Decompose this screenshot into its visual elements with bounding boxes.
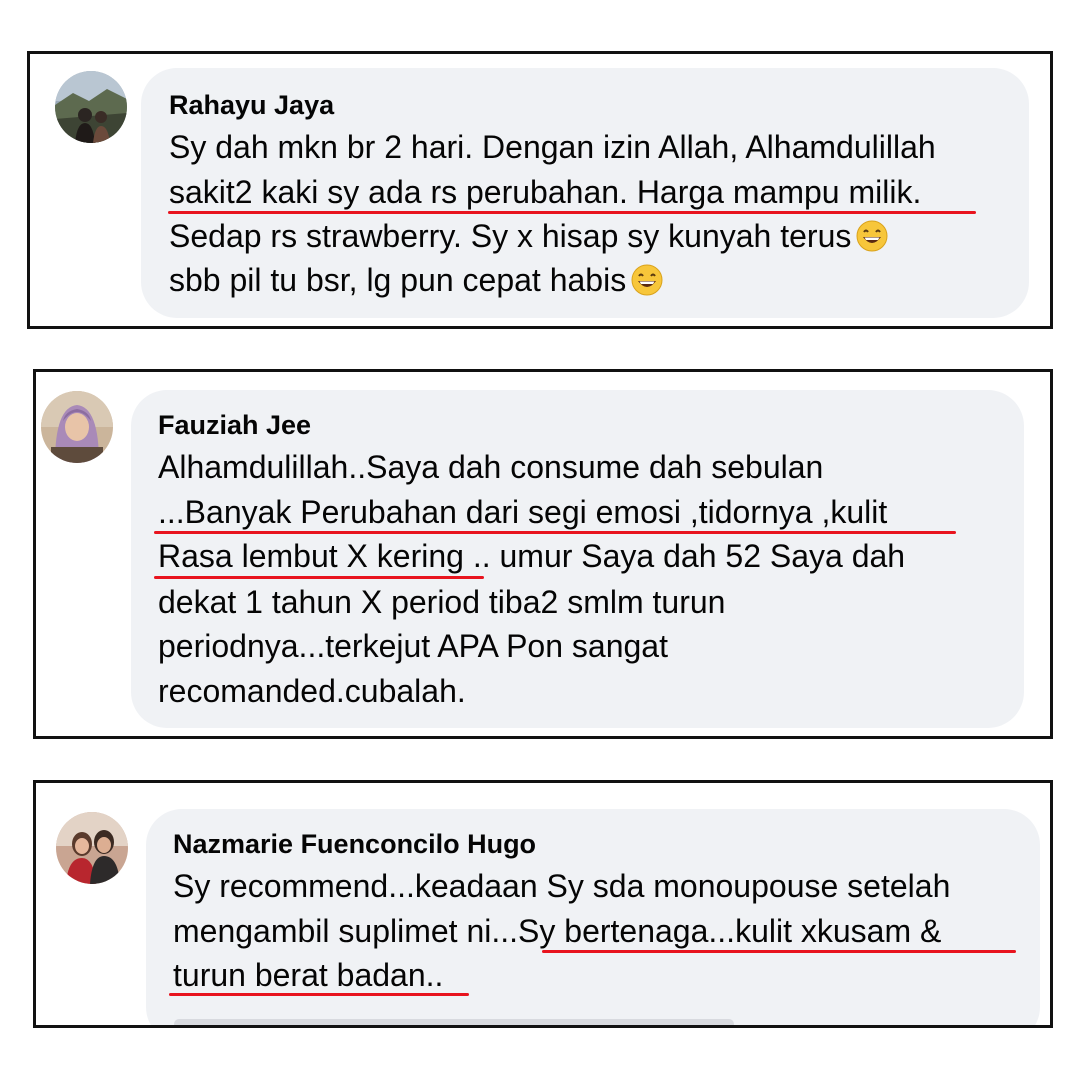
comment-text-line: sbb pil tu bsr, lg pun cepat habis	[169, 260, 664, 300]
avatar-photo	[56, 812, 128, 884]
avatar-photo	[55, 71, 127, 143]
avatar[interactable]	[41, 391, 113, 463]
comment-bubble: Fauziah Jee Alhamdulillah..Saya dah cons…	[131, 390, 1024, 728]
avatar[interactable]	[55, 71, 127, 143]
highlight-underline	[168, 211, 976, 214]
comment-bubble: Rahayu Jaya Sy dah mkn br 2 hari. Dengan…	[141, 68, 1029, 318]
comment-text-line: dekat 1 tahun X period tiba2 smlm turun	[158, 584, 726, 620]
highlight-underline	[542, 950, 1016, 953]
comment-text: Sedap rs strawberry. Sy x hisap sy kunya…	[169, 218, 852, 254]
comment-author[interactable]: Nazmarie Fuenconcilo Hugo	[173, 829, 536, 859]
comment-card: Nazmarie Fuenconcilo Hugo Sy recommend..…	[33, 780, 1053, 1028]
comment-text: sbb pil tu bsr, lg pun cepat habis	[169, 262, 627, 298]
comment-author[interactable]: Fauziah Jee	[158, 410, 311, 440]
comment-text-line: turun berat badan..	[173, 957, 444, 993]
comment-author[interactable]: Rahayu Jaya	[169, 90, 334, 120]
comment-text-line: Sedap rs strawberry. Sy x hisap sy kunya…	[169, 216, 889, 256]
comment-text-line: Sy dah mkn br 2 hari. Dengan izin Allah,…	[169, 129, 936, 165]
highlight-underline	[154, 531, 956, 534]
avatar-photo	[41, 391, 113, 463]
comment-text-line: sakit2 kaki sy ada rs perubahan. Harga m…	[169, 174, 922, 210]
comment-text-line: recomanded.cubalah.	[158, 673, 466, 709]
comment-text-line: periodnya...terkejut APA Pon sangat	[158, 628, 668, 664]
grinning-face-emoji-icon	[630, 263, 664, 297]
comment-text-line: Alhamdulillah..Saya dah consume dah sebu…	[158, 449, 824, 485]
comment-text-line: ...Banyak Perubahan dari segi emosi ,tid…	[158, 494, 888, 530]
highlight-underline	[154, 576, 484, 579]
grinning-face-emoji-icon	[855, 219, 889, 253]
comment-card: Fauziah Jee Alhamdulillah..Saya dah cons…	[33, 369, 1053, 739]
highlight-underline	[169, 993, 469, 996]
comment-card: Rahayu Jaya Sy dah mkn br 2 hari. Dengan…	[27, 51, 1053, 329]
next-comment-cutoff	[174, 1015, 774, 1025]
comment-text-line: Rasa lembut X kering .. umur Saya dah 52…	[158, 538, 906, 574]
comment-text-line: mengambil suplimet ni...Sy bertenaga...k…	[173, 913, 942, 949]
comment-text-line: Sy recommend...keadaan Sy sda monoupouse…	[173, 868, 951, 904]
avatar[interactable]	[56, 812, 128, 884]
